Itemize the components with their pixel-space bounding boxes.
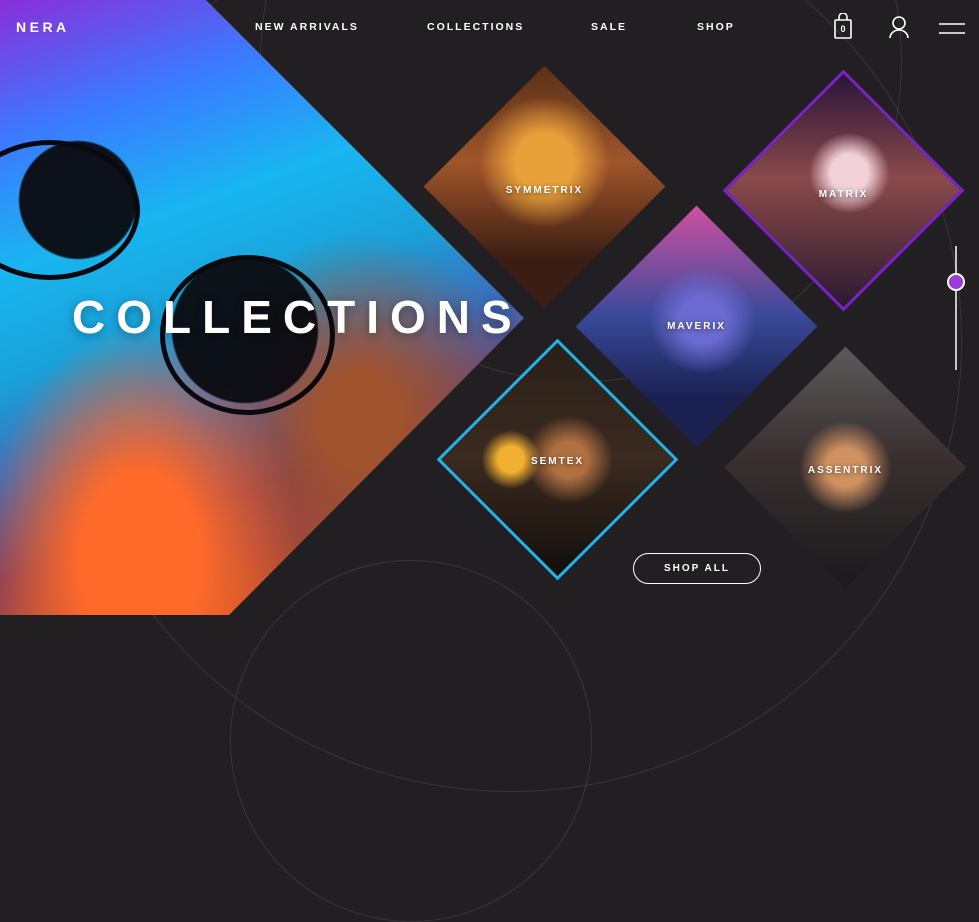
- brand-logo[interactable]: NERA: [16, 19, 70, 35]
- carousel-slider-handle[interactable]: [947, 273, 965, 291]
- menu-button[interactable]: [939, 22, 965, 36]
- sunglasses-lens-left: [0, 140, 140, 280]
- shop-all-button[interactable]: SHOP ALL: [633, 553, 761, 584]
- carousel-slider-track[interactable]: [955, 246, 957, 370]
- collection-card-assentrix[interactable]: ASSENTRIX: [724, 346, 967, 589]
- nav-shop[interactable]: SHOP: [697, 21, 735, 33]
- collection-label: ASSENTRIX: [807, 465, 884, 476]
- nav-new-arrivals[interactable]: NEW ARRIVALS: [255, 21, 359, 33]
- user-account-button[interactable]: [888, 15, 910, 39]
- hamburger-menu-icon: [939, 23, 965, 34]
- nav-collections[interactable]: COLLECTIONS: [427, 21, 524, 33]
- collection-label: SEMTEX: [530, 456, 585, 467]
- collection-label: MATRIX: [818, 189, 869, 200]
- shopping-bag-button[interactable]: 0: [832, 12, 854, 39]
- collection-card-matrix[interactable]: MATRIX: [722, 69, 965, 312]
- background-arc: [230, 560, 592, 922]
- collection-label: MAVERIX: [667, 321, 726, 332]
- collection-card-symmetrix[interactable]: SYMMETRIX: [423, 65, 666, 308]
- cart-count: 0: [840, 24, 846, 34]
- user-icon: [889, 16, 909, 39]
- collection-label: SYMMETRIX: [505, 185, 584, 196]
- collection-card-semtex[interactable]: SEMTEX: [436, 338, 679, 581]
- nav-sale[interactable]: SALE: [591, 21, 627, 33]
- hero-title: COLLECTIONS: [72, 291, 523, 343]
